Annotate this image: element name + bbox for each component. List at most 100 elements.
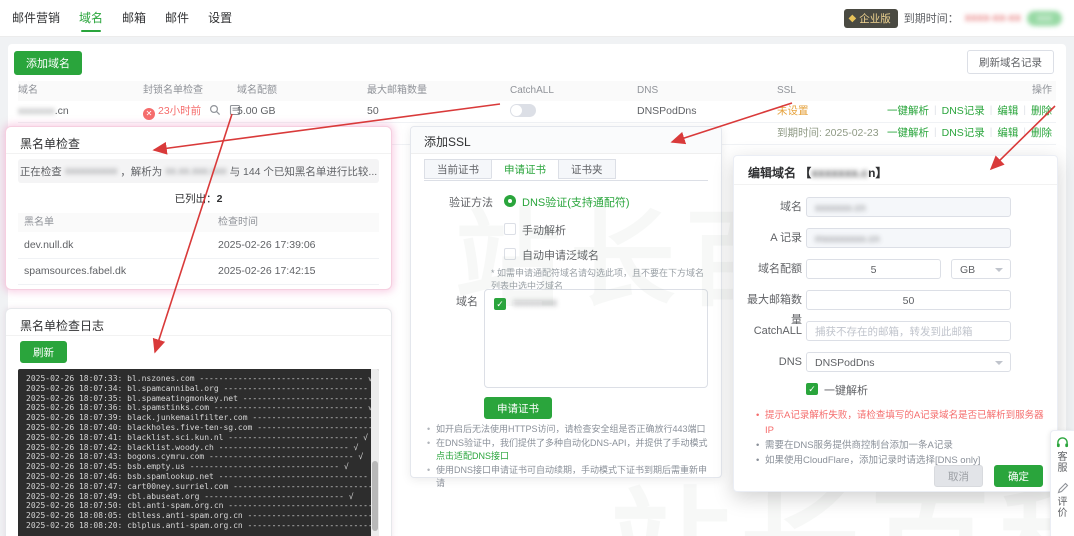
ssl-note: 在DNS验证中，我们提供了多种自动化DNS-API，并提供了手动模式 点击适配D…: [427, 437, 713, 464]
top-navbar: 邮件营销 域名 邮箱 邮件 设置 ◆企业版 到期时间： xxxx-xx-xx x…: [0, 0, 1074, 37]
action-dns-records[interactable]: DNS记录: [942, 122, 985, 144]
table-row: xxxxxxx.cn ✕23小时前 5.00 GB 50 DNSPodDns 未…: [18, 100, 1056, 123]
refresh-domain-records-button[interactable]: 刷新域名记录: [967, 50, 1054, 74]
col-catchall: CatchALL: [510, 81, 554, 101]
dialog-note: 需要在DNS服务提供商控制台添加一条A记录: [756, 438, 1048, 453]
col-max-mailbox: 最大邮箱数量: [367, 81, 427, 101]
ssl-domain-item-masked: xxxxxxxx: [513, 297, 557, 309]
domain-cell: xxxxxxx.cn: [18, 100, 69, 122]
blacklist-check-panel: 黑名单检查 正在检查 xxxxxxxxxx ，解析为 xx.xx.xxx.xxx…: [5, 126, 392, 290]
blacklist-row: spamsources.fabel.dk 2025-02-26 17:42:15: [18, 258, 379, 285]
add-domain-button[interactable]: 添加域名: [14, 51, 82, 75]
ssl-domain-label: 域名: [456, 293, 478, 309]
gem-icon: ◆: [849, 13, 857, 24]
blacklist-row: dev.null.dk 2025-02-26 17:39:06: [18, 232, 379, 259]
recheck-search-icon[interactable]: [209, 102, 221, 124]
max-mailbox-input[interactable]: 50: [806, 290, 1011, 310]
col-blacklist-name: 黑名单: [24, 213, 54, 232]
resolved-ip-masked: xx.xx.xxx.xxx: [165, 165, 226, 177]
tab-current-cert[interactable]: 当前证书: [424, 159, 492, 179]
expire-date: xxxx-xx-xx: [965, 12, 1021, 24]
one-click-resolve-checkbox[interactable]: ✓: [806, 383, 818, 395]
domain-field-label: 域名: [740, 197, 802, 217]
customer-service-button[interactable]: 客服: [1051, 437, 1074, 474]
rate-button[interactable]: 评价: [1051, 482, 1074, 519]
tab-mail[interactable]: 邮件: [165, 0, 189, 36]
tab-settings[interactable]: 设置: [208, 0, 232, 36]
action-delete[interactable]: 删除: [1031, 100, 1052, 122]
col-blacklist-check: 封锁名单检查: [143, 81, 203, 101]
col-actions: 操作: [1032, 81, 1052, 101]
dns-select[interactable]: DNSPodDns: [806, 352, 1011, 372]
blacklist-table-header: 黑名单 检查时间: [18, 213, 379, 232]
blacklist-cell: ✕23小时前: [143, 100, 241, 124]
terminal-scrollbar[interactable]: [371, 369, 379, 536]
auto-wildcard-label: 自动申请泛域名: [522, 247, 599, 263]
headset-icon: [1056, 437, 1069, 449]
refresh-log-button[interactable]: 刷新: [20, 341, 67, 363]
plan-badge: ◆企业版: [844, 9, 898, 28]
ssl-status-cell: 未设置: [777, 100, 809, 122]
renew-pill[interactable]: xxx: [1027, 11, 1062, 26]
quota-cell: 5.00 GB: [237, 100, 276, 122]
action-one-click-resolve[interactable]: 一键解析: [887, 122, 929, 144]
ssl-domain-checkbox[interactable]: ✓: [494, 298, 506, 310]
domain-table-header: 域名 封锁名单检查 域名配额 最大邮箱数量 CatchALL DNS SSL 操…: [18, 81, 1056, 101]
tab-domain[interactable]: 域名: [79, 0, 103, 36]
tab-mailbox[interactable]: 邮箱: [122, 0, 146, 36]
ssl-tabs: 当前证书 申请证书 证书夹: [424, 159, 708, 181]
edit-domain-dialog: 编辑域名 【xxxxxxx.cn】 域名 xxxxxxx.cn A 记录 mxx…: [733, 155, 1058, 492]
blacklist-ago-text: 23小时前: [158, 105, 201, 117]
a-record-error-note: 提示A记录解析失败，请检查填写的A记录域名是否已解析到服务器IP: [756, 408, 1048, 438]
terminal-scrollbar-thumb[interactable]: [372, 461, 378, 531]
manual-resolve-label: 手动解析: [522, 222, 566, 238]
ssl-note: 如开启后无法使用HTTPS访问，请检查安全组是否正确放行443端口: [427, 423, 713, 437]
tab-email-marketing[interactable]: 邮件营销: [12, 0, 60, 36]
dns-verify-radio[interactable]: [504, 195, 516, 207]
catchall-input[interactable]: 捕获不存在的邮箱，转发到此邮箱: [806, 321, 1011, 341]
log-terminal: 2025-02-26 18:07:33: bl.nszones.com ----…: [18, 369, 379, 536]
col-dns: DNS: [637, 81, 658, 101]
blacklist-progress-bar: 正在检查 xxxxxxxxxx ，解析为 xx.xx.xxx.xxx 与 144…: [18, 159, 379, 183]
divider: [6, 335, 391, 336]
blacklist-panel-title: 黑名单检查: [20, 135, 80, 152]
tab-cert-folder[interactable]: 证书夹: [558, 159, 616, 179]
col-domain: 域名: [18, 81, 38, 101]
catchall-toggle[interactable]: [510, 104, 536, 117]
log-terminal-text: 2025-02-26 18:07:33: bl.nszones.com ----…: [18, 369, 379, 536]
divider: [6, 153, 391, 154]
ssl-note: 使用DNS接口申请证书可自动续期，手动模式下证书到期后需重新申请: [427, 464, 713, 491]
action-delete[interactable]: 删除: [1031, 122, 1052, 144]
quota-input[interactable]: 5: [806, 259, 941, 279]
catchall-cell: [510, 100, 536, 122]
row-actions: 一键解析| DNS记录| 编辑| 删除: [887, 122, 1052, 144]
quota-unit-select[interactable]: GB: [951, 259, 1011, 279]
dialog-notes: 提示A记录解析失败，请检查填写的A记录域名是否已解析到服务器IP 需要在DNS服…: [756, 408, 1048, 468]
chevron-down-icon: [995, 268, 1003, 272]
max-mailbox-cell: 50: [367, 100, 379, 122]
plan-info: ◆企业版 到期时间： xxxx-xx-xx xxx: [844, 7, 1062, 29]
col-check-time: 检查时间: [218, 213, 258, 232]
action-edit[interactable]: 编辑: [997, 122, 1018, 144]
dns-verify-option-label: DNS验证(支持通配符): [522, 194, 630, 210]
action-one-click-resolve[interactable]: 一键解析: [887, 100, 929, 122]
ssl-expire-cell: 到期时间: 2025-02-23: [777, 122, 879, 144]
apply-cert-button[interactable]: 申请证书: [484, 397, 552, 419]
dns-cell: DNSPodDns: [637, 100, 697, 122]
confirm-button[interactable]: 确定: [994, 465, 1043, 487]
add-ssl-panel: 添加SSL 当前证书 申请证书 证书夹 验证方法 DNS验证(支持通配符) 手动…: [410, 126, 722, 478]
checking-domain-masked: xxxxxxxxxx: [65, 165, 118, 177]
auto-wildcard-checkbox[interactable]: [504, 248, 516, 260]
a-record-field-label: A 记录: [740, 228, 802, 248]
manual-resolve-checkbox[interactable]: [504, 223, 516, 235]
row-actions: 一键解析| DNS记录| 编辑| 删除: [887, 100, 1052, 122]
dns-field-label: DNS: [740, 352, 802, 372]
chevron-down-icon: [995, 361, 1003, 365]
cancel-button[interactable]: 取消: [934, 465, 983, 487]
app-root: 邮件营销 域名 邮箱 邮件 设置 ◆企业版 到期时间： xxxx-xx-xx x…: [0, 0, 1074, 536]
dns-api-link[interactable]: 点击适配DNS接口: [436, 451, 509, 461]
action-dns-records[interactable]: DNS记录: [942, 100, 985, 122]
domain-field: xxxxxxx.cn: [806, 197, 1011, 217]
action-edit[interactable]: 编辑: [997, 100, 1018, 122]
tab-apply-cert[interactable]: 申请证书: [491, 159, 559, 179]
